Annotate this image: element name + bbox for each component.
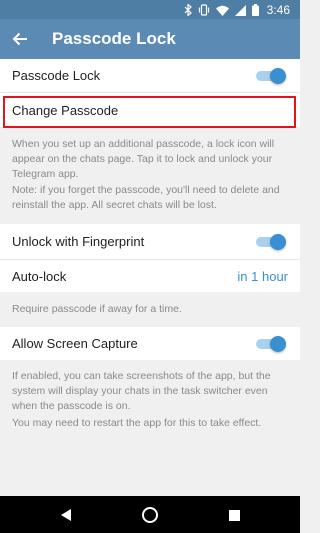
app-bar: Passcode Lock [0,19,300,59]
back-button[interactable] [8,27,32,51]
fingerprint-label: Unlock with Fingerprint [12,234,145,249]
passcode-lock-row[interactable]: Passcode Lock [0,59,300,92]
nav-home-icon [142,507,158,523]
nav-home-button[interactable] [139,504,161,526]
toggle-knob [270,336,286,352]
passcode-warning-note: Note: if you forget the passcode, you'll… [12,184,280,211]
toggle-knob [270,234,286,250]
highlight-frame [3,96,296,128]
screen-capture-row[interactable]: Allow Screen Capture [0,327,300,360]
nav-back-button[interactable] [55,504,77,526]
status-bar: 3:46 [0,0,300,19]
signal-icon [234,4,246,16]
status-icons: 3:46 [184,3,290,17]
system-nav-bar [0,496,300,533]
fingerprint-row[interactable]: Unlock with Fingerprint [0,224,300,259]
passcode-info-note: When you set up an additional passcode, … [12,138,275,180]
vibrate-icon [198,4,210,16]
autolock-info-note: Require passcode if away for a time. [12,303,182,315]
fingerprint-toggle[interactable] [256,234,286,250]
capture-restart-note: You may need to restart the app for this… [12,417,262,429]
status-time: 3:46 [266,3,290,17]
screen-capture-label: Allow Screen Capture [12,336,138,351]
auto-lock-label: Auto-lock [12,269,67,284]
nav-recents-icon [228,509,240,521]
page-title: Passcode Lock [52,29,176,48]
auto-lock-row[interactable]: Auto-lock in 1 hour [0,260,300,292]
passcode-lock-label: Passcode Lock [12,68,101,83]
settings-list: Passcode Lock Change Passcode When you s… [0,59,300,496]
auto-lock-value: in 1 hour [237,269,288,284]
back-arrow-icon [12,32,27,46]
toggle-knob [270,68,286,84]
nav-recents-button[interactable] [223,504,245,526]
passcode-lock-toggle[interactable] [256,68,286,84]
battery-icon [251,4,259,16]
capture-info-note: If enabled, you can take screenshots of … [12,370,271,412]
nav-back-icon [61,509,71,521]
wifi-icon [215,5,229,16]
bluetooth-icon [184,4,192,16]
screen-capture-toggle[interactable] [256,336,286,352]
